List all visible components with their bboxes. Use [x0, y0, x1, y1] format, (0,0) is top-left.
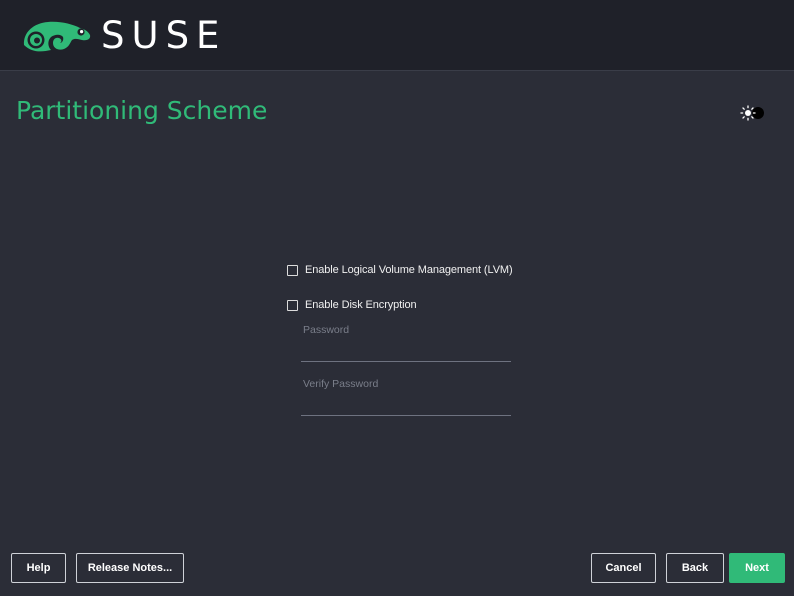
encryption-checkbox-row[interactable]: Enable Disk Encryption	[287, 297, 417, 313]
encryption-checkbox[interactable]	[287, 299, 298, 311]
suse-logo-text: SUSE	[101, 14, 227, 57]
chameleon-icon	[23, 21, 91, 52]
verify-password-field[interactable]: Verify Password	[301, 378, 511, 416]
theme-toggle[interactable]	[738, 104, 766, 122]
password-label: Password	[303, 324, 350, 336]
encryption-label: Enable Disk Encryption	[305, 299, 417, 311]
release-notes-button[interactable]: Release Notes...	[76, 553, 184, 583]
cancel-button[interactable]: Cancel	[591, 553, 656, 583]
next-button[interactable]: Next	[729, 553, 785, 583]
verify-password-label: Verify Password	[303, 378, 379, 390]
back-button[interactable]: Back	[666, 553, 724, 583]
verify-password-underline	[301, 415, 511, 416]
sun-moon-icon	[740, 105, 764, 121]
lvm-checkbox-row[interactable]: Enable Logical Volume Management (LVM)	[287, 262, 513, 278]
page-title: Partitioning Scheme	[16, 96, 268, 125]
password-field[interactable]: Password	[301, 324, 511, 362]
lvm-label: Enable Logical Volume Management (LVM)	[305, 264, 513, 276]
password-underline	[301, 361, 511, 362]
top-bar: SUSE	[0, 0, 794, 71]
help-button[interactable]: Help	[11, 553, 66, 583]
lvm-checkbox[interactable]	[287, 264, 298, 276]
password-input[interactable]	[303, 340, 507, 360]
verify-password-input[interactable]	[303, 394, 507, 414]
